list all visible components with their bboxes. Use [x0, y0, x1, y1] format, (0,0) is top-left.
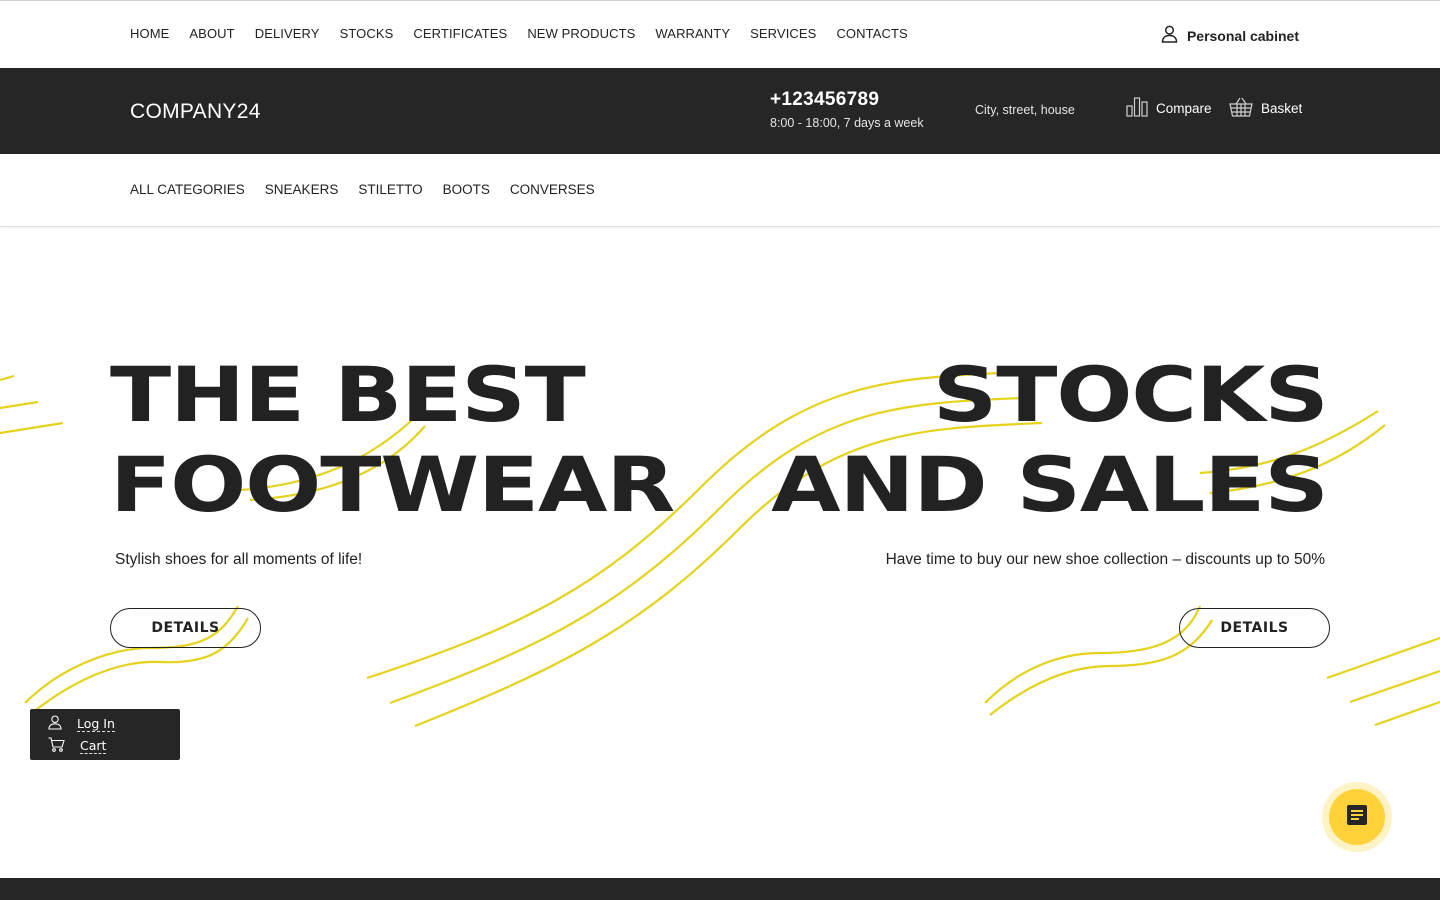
bar-chart-icon	[1126, 97, 1148, 120]
basket-button[interactable]: Basket	[1229, 97, 1302, 120]
floating-account-panel: Log In Cart	[30, 709, 180, 760]
basket-icon	[1229, 97, 1253, 120]
category-stiletto[interactable]: STILETTO	[358, 182, 422, 197]
working-hours: 8:00 - 18:00, 7 days a week	[770, 116, 924, 130]
cart-icon	[48, 737, 65, 755]
top-navigation-bar: HOME ABOUT DELIVERY STOCKS CERTIFICATES …	[0, 0, 1440, 68]
hero-subtitle-left: Stylish shoes for all moments of life!	[115, 551, 363, 568]
basket-label: Basket	[1261, 101, 1303, 116]
logo[interactable]: COMPANY24	[130, 100, 261, 124]
nav-item-stocks[interactable]: STOCKS	[340, 26, 394, 41]
nav-item-services[interactable]: SERVICES	[750, 26, 816, 41]
details-button-left[interactable]: DETAILS	[110, 608, 261, 648]
user-icon	[1161, 25, 1178, 46]
nav-item-about[interactable]: ABOUT	[189, 26, 234, 41]
hero-title-left-line1: THE BEST	[110, 350, 586, 439]
compare-button[interactable]: Compare	[1126, 97, 1212, 120]
top-nav-menu: HOME ABOUT DELIVERY STOCKS CERTIFICATES …	[130, 26, 908, 41]
chat-button[interactable]	[1322, 782, 1392, 852]
compare-label: Compare	[1156, 101, 1212, 116]
nav-item-delivery[interactable]: DELIVERY	[255, 26, 320, 41]
details-button-right[interactable]: DETAILS	[1179, 608, 1330, 648]
nav-item-home[interactable]: HOME	[130, 26, 169, 41]
hero-banner: THE BEST FOOTWEAR STOCKS AND SALES Styli…	[0, 228, 1440, 878]
main-header: COMPANY24 +123456789 8:00 - 18:00, 7 day…	[0, 68, 1440, 154]
hero-subtitle-right: Have time to buy our new shoe collection…	[885, 551, 1325, 568]
hero-title-left-line2: FOOTWEAR	[110, 440, 675, 529]
cart-link[interactable]: Cart	[48, 737, 107, 755]
category-menu: ALL CATEGORIES SNEAKERS STILETTO BOOTS C…	[130, 182, 595, 197]
category-all[interactable]: ALL CATEGORIES	[130, 182, 245, 197]
login-label: Log In	[77, 715, 115, 732]
hero-title-right: STOCKS AND SALES	[771, 350, 1330, 530]
chat-button-inner	[1329, 789, 1385, 845]
address: City, street, house	[975, 103, 1075, 117]
login-link[interactable]: Log In	[48, 715, 115, 733]
personal-cabinet-label: Personal cabinet	[1186, 27, 1299, 44]
nav-item-new-products[interactable]: NEW PRODUCTS	[527, 26, 635, 41]
phone-number[interactable]: +123456789	[770, 89, 879, 111]
personal-cabinet-link[interactable]: Personal cabinet	[1161, 25, 1299, 46]
nav-item-certificates[interactable]: CERTIFICATES	[413, 26, 507, 41]
hero-title-left: THE BEST FOOTWEAR	[110, 350, 675, 530]
category-converses[interactable]: CONVERSES	[510, 182, 595, 197]
cart-label: Cart	[80, 737, 107, 754]
hero-title-right-line2: AND SALES	[771, 440, 1330, 529]
chat-icon	[1346, 804, 1368, 831]
category-boots[interactable]: BOOTS	[443, 182, 490, 197]
user-icon	[48, 715, 62, 733]
nav-item-contacts[interactable]: CONTACTS	[836, 26, 907, 41]
nav-item-warranty[interactable]: WARRANTY	[655, 26, 730, 41]
category-sneakers[interactable]: SNEAKERS	[265, 182, 339, 197]
footer	[0, 878, 1440, 900]
hero-title-right-line1: STOCKS	[933, 350, 1329, 439]
category-bar: ALL CATEGORIES SNEAKERS STILETTO BOOTS C…	[0, 154, 1440, 227]
